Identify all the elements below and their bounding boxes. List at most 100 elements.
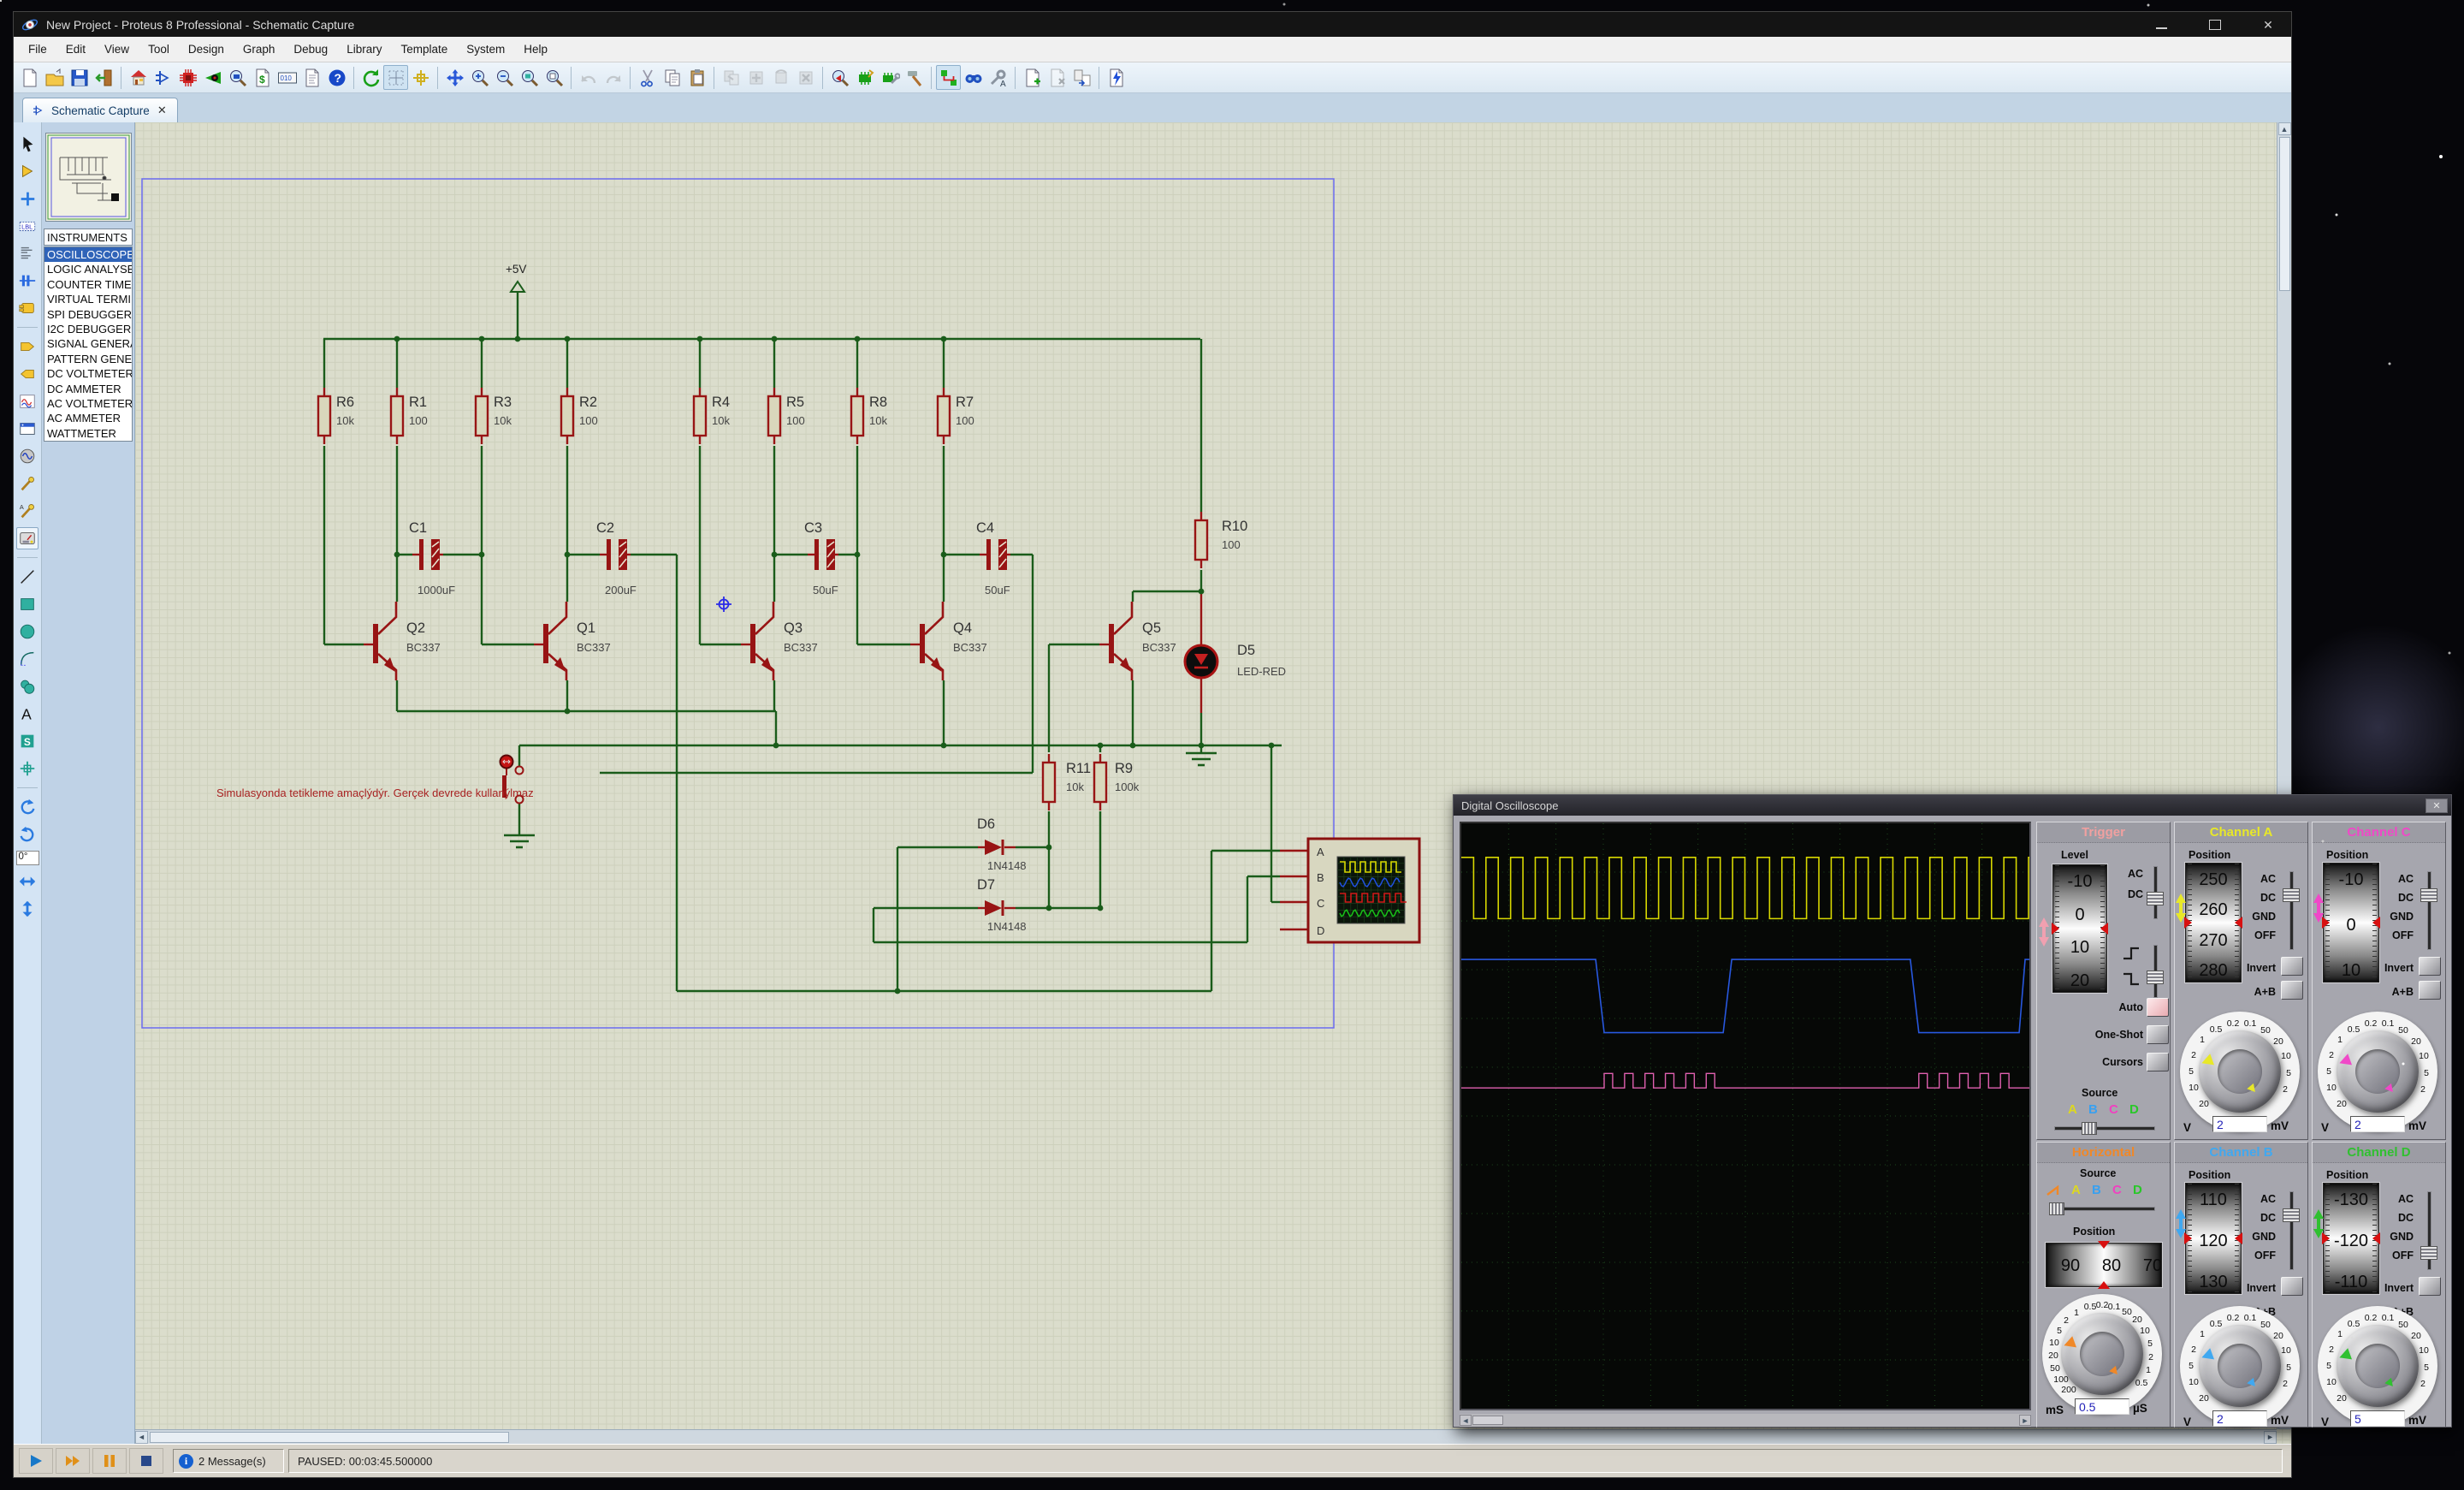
pan-view-icon[interactable] (442, 65, 467, 90)
channel-c-knob[interactable] (2337, 1030, 2419, 1113)
3d-visualizer-icon[interactable] (200, 65, 225, 90)
line-2d-icon[interactable] (16, 566, 38, 588)
active-popup-mode-icon[interactable] (16, 418, 38, 440)
instrument-item-counter-timer[interactable]: COUNTER TIMER (44, 277, 132, 292)
search-parts-icon[interactable] (961, 65, 986, 90)
zoom-extents-icon[interactable] (542, 65, 566, 90)
path-2d-icon[interactable] (16, 675, 38, 698)
vscroll-thumb[interactable] (2279, 137, 2290, 291)
channel-d-invert-button[interactable] (2419, 1277, 2441, 1296)
horizontal-source-slider[interactable] (2049, 1202, 2064, 1215)
scope-scroll-left-icon[interactable]: ◄ (1460, 1415, 1472, 1426)
rotate-clockwise-icon[interactable] (16, 796, 38, 818)
trigger-level-drum[interactable]: -1001020 (2052, 864, 2107, 993)
copy-icon[interactable] (660, 65, 684, 90)
scope-scroll-thumb[interactable] (1472, 1416, 1503, 1425)
open-project-icon[interactable] (42, 65, 67, 90)
horizontal-value[interactable]: 0.5 (2075, 1398, 2129, 1415)
channel-b-knob[interactable] (2199, 1325, 2281, 1407)
oscilloscope-title-bar[interactable]: Digital Oscilloscope ✕ (1454, 795, 2451, 816)
channel-a-coupling-switch[interactable] (2283, 888, 2300, 902)
new-project-icon[interactable] (17, 65, 42, 90)
subcircuit-mode-icon[interactable] (16, 297, 38, 319)
trigger-coupling-switch[interactable] (2147, 892, 2164, 905)
channel-c-coupling-switch[interactable] (2420, 888, 2437, 902)
instrument-item-ac-voltmeter[interactable]: AC VOLTMETER (44, 396, 132, 411)
play-button[interactable] (19, 1448, 53, 1474)
instrument-item-pattern-generator[interactable]: PATTERN GENERATOR (44, 352, 132, 366)
text-script-mode-icon[interactable] (16, 242, 38, 264)
pcb-layout-view-icon[interactable] (175, 65, 200, 90)
channel-d-coupling-switch[interactable] (2420, 1246, 2437, 1260)
instrument-item-oscilloscope[interactable]: OSCILLOSCOPE (44, 247, 132, 262)
scope-scroll-right-icon[interactable]: ► (2019, 1415, 2031, 1426)
menu-file[interactable]: File (19, 39, 56, 59)
packaging-tool-icon[interactable] (877, 65, 902, 90)
junction-dot-mode-icon[interactable] (16, 187, 38, 210)
instrument-item-signal-generator[interactable]: SIGNAL GENERATOR (44, 336, 132, 351)
menu-template[interactable]: Template (391, 39, 457, 59)
paste-icon[interactable] (684, 65, 709, 90)
channel-a-value[interactable]: 2 (2212, 1116, 2267, 1132)
channel-d-value[interactable]: 5 (2350, 1410, 2405, 1427)
canvas-hscrollbar[interactable]: ◄ ► (135, 1429, 2277, 1444)
make-device-icon[interactable] (852, 65, 877, 90)
goto-sheet-icon[interactable] (1069, 65, 1094, 90)
instrument-item-virtual-terminal[interactable]: VIRTUAL TERMINAL (44, 292, 132, 306)
selection-mode-icon[interactable] (16, 133, 38, 155)
message-panel[interactable]: i 2 Message(s) (173, 1449, 284, 1473)
scroll-up-icon[interactable]: ▲ (2278, 122, 2291, 135)
channel-c-ab-button[interactable] (2419, 981, 2441, 1000)
zoom-out-icon[interactable] (492, 65, 517, 90)
schematic-capture-view-icon[interactable] (151, 65, 175, 90)
home-page-icon[interactable] (126, 65, 151, 90)
menu-view[interactable]: View (95, 39, 139, 59)
instrument-item-logic-analyser[interactable]: LOGIC ANALYSER (44, 262, 132, 276)
box-2d-icon[interactable] (16, 593, 38, 615)
menu-library[interactable]: Library (337, 39, 391, 59)
drum-adjust-arrows[interactable] (2038, 917, 2050, 947)
grid-toggle-icon[interactable] (383, 65, 408, 90)
drum-adjust-arrows[interactable] (2313, 1209, 2325, 1238)
flip-horizontal-icon[interactable] (16, 870, 38, 893)
voltage-probe-mode-icon[interactable] (16, 472, 38, 495)
arc-2d-icon[interactable] (16, 648, 38, 670)
cut-icon[interactable] (635, 65, 660, 90)
import-project-icon[interactable] (92, 65, 116, 90)
menu-tool[interactable]: Tool (139, 39, 179, 59)
instrument-item-dc-ammeter[interactable]: DC AMMETER (44, 382, 132, 396)
current-probe-mode-icon[interactable]: A (16, 500, 38, 522)
tab-schematic-capture[interactable]: Schematic Capture ✕ (22, 98, 178, 122)
channel-a-invert-button[interactable] (2281, 957, 2303, 976)
drum-adjust-arrows[interactable] (2313, 893, 2325, 923)
save-project-icon[interactable] (67, 65, 92, 90)
oscilloscope-close-icon[interactable]: ✕ (2426, 798, 2448, 813)
menu-edit[interactable]: Edit (56, 39, 95, 59)
circle-2d-icon[interactable] (16, 620, 38, 643)
instrument-item-spi-debugger[interactable]: SPI DEBUGGER (44, 307, 132, 322)
origin-icon[interactable] (408, 65, 433, 90)
flip-vertical-icon[interactable] (16, 898, 38, 920)
zoom-in-icon[interactable] (467, 65, 492, 90)
graph-mode-icon[interactable] (16, 390, 38, 413)
design-explorer-icon[interactable] (225, 65, 250, 90)
device-pin-mode-icon[interactable] (16, 363, 38, 385)
rotate-anticlockwise-icon[interactable] (16, 823, 38, 846)
wire-autorouter-icon[interactable] (936, 65, 961, 90)
channel-b-invert-button[interactable] (2281, 1277, 2303, 1296)
gerber-view-icon[interactable]: 010 (275, 65, 299, 90)
instrument-item-dc-voltmeter[interactable]: DC VOLTMETER (44, 366, 132, 381)
marker-2d-icon[interactable] (16, 757, 38, 780)
oscilloscope-screen[interactable] (1460, 822, 2031, 1410)
hscroll-thumb[interactable] (150, 1432, 509, 1443)
new-sheet-icon[interactable] (1020, 65, 1045, 90)
drum-adjust-arrows[interactable] (2175, 1209, 2187, 1238)
stop-button[interactable] (129, 1448, 163, 1474)
scroll-left-icon[interactable]: ◄ (135, 1431, 148, 1444)
channel-c-invert-button[interactable] (2419, 957, 2441, 976)
instrument-item-ac-ammeter[interactable]: AC AMMETER (44, 411, 132, 425)
horizontal-knob[interactable] (2061, 1313, 2143, 1395)
scroll-right-icon[interactable]: ► (2264, 1431, 2277, 1444)
auto-button[interactable] (2147, 998, 2169, 1017)
help-icon[interactable]: ? (324, 65, 349, 90)
